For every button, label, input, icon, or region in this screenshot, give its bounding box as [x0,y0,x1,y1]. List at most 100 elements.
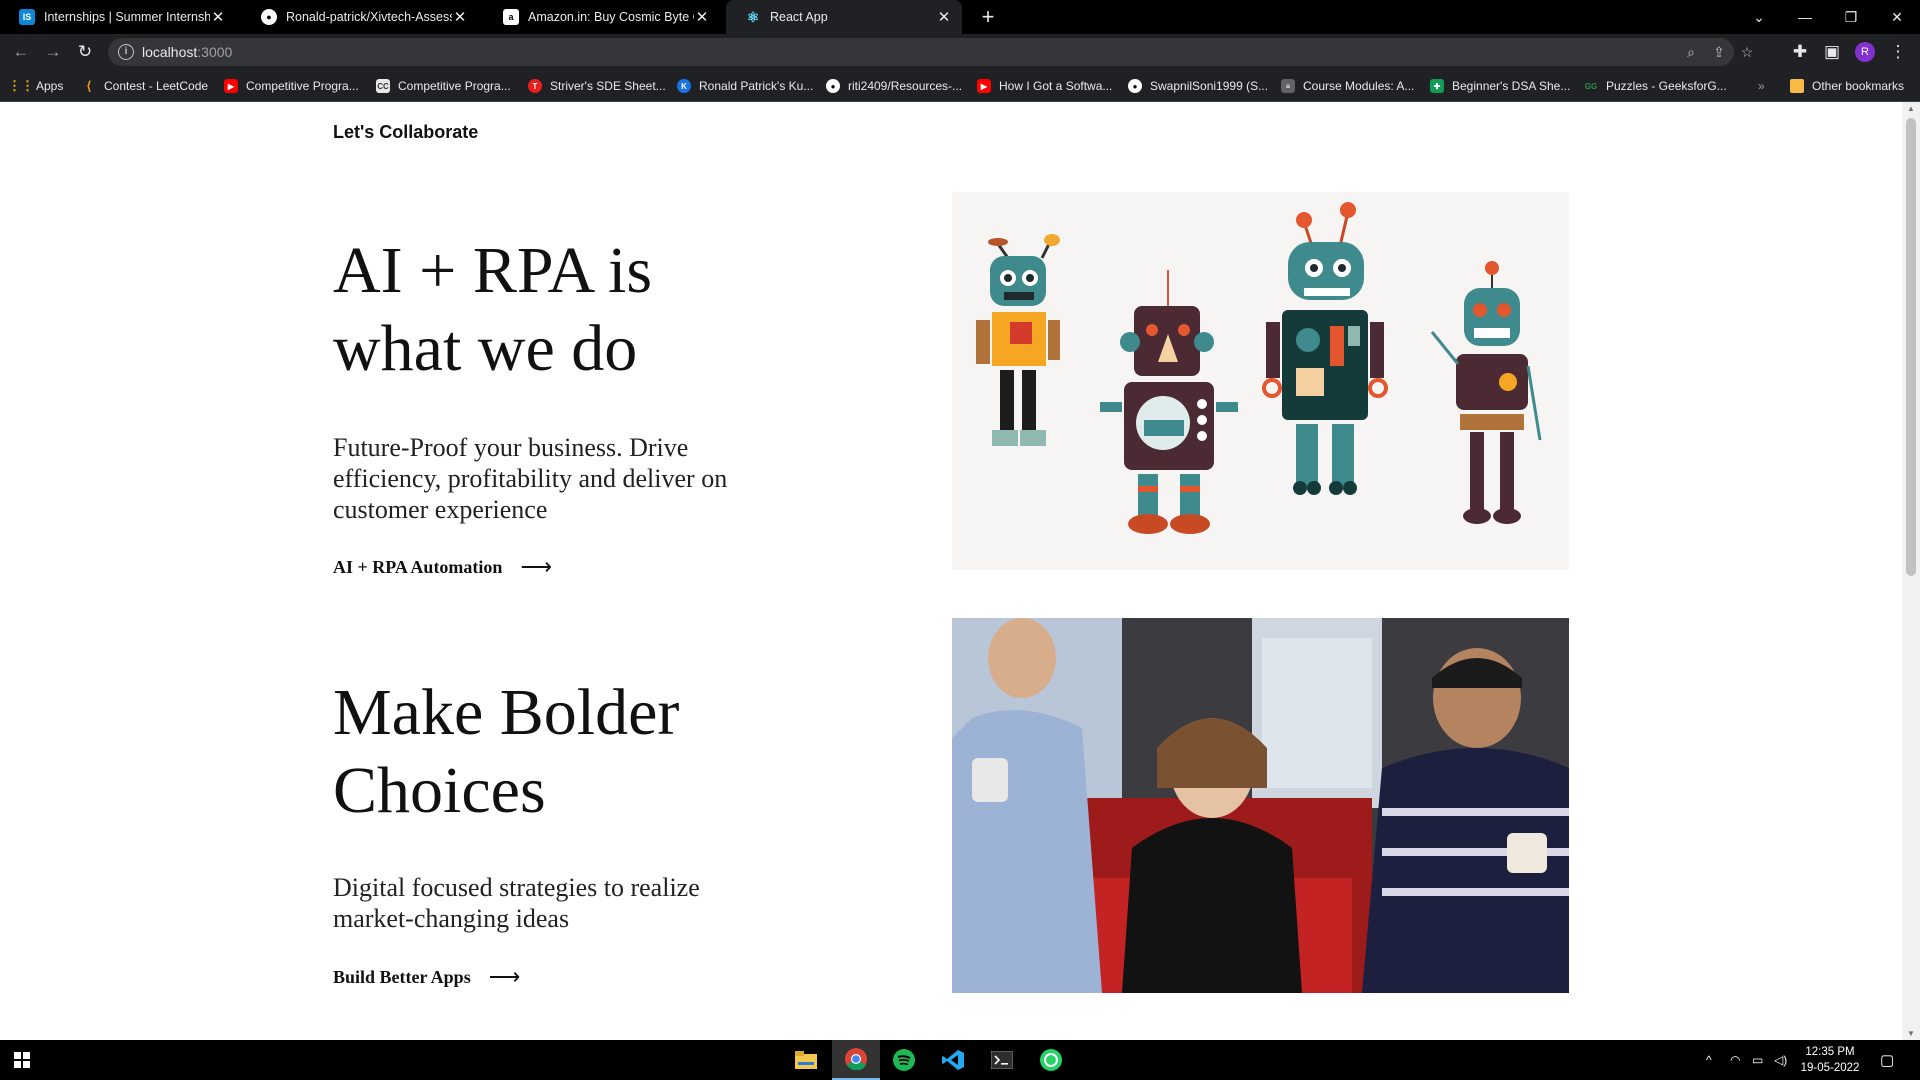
site-info-icon[interactable]: i [118,44,134,60]
tab-title: Internships | Summer Internship [44,10,210,24]
build-better-apps-link[interactable]: Build Better Apps ⟶ [333,964,520,990]
close-tab-icon[interactable]: ✕ [210,8,226,26]
hero-heading: AI + RPA is what we do [333,234,653,385]
youtube-icon: ▶ [977,79,991,93]
zoom-icon[interactable]: ⌕ [1681,42,1701,62]
bookmark-item[interactable]: GG Puzzles - GeeksforG... [1584,70,1727,102]
team-collaboration-photo [952,618,1569,993]
tab-search-icon[interactable]: ⌄ [1736,0,1782,34]
vscode-icon[interactable] [929,1040,977,1080]
page-scrollbar[interactable]: ▲ ▼ [1902,102,1920,1040]
bookmark-item[interactable]: ● riti2409/Resources-... [826,70,962,102]
section-lead-text: Digital focused strategies to realize ma… [333,873,700,933]
url-text: localhost:3000 [142,44,233,60]
bookmark-apps[interactable]: ⋮⋮ Apps [8,70,63,102]
tab-title: Ronald-patrick/Xivtech-Assessme [286,10,452,24]
cta-label: Build Better Apps [333,966,471,987]
wifi-icon[interactable]: ◠ [1730,1040,1740,1080]
robot-one [976,234,1060,446]
close-tab-icon[interactable]: ✕ [936,8,952,26]
page-viewport: Let's Collaborate AI + RPA is what we do… [0,102,1902,1040]
windows-start-icon[interactable] [14,1052,30,1068]
kunal-icon: K [677,79,691,93]
amazon-icon: a [503,9,519,25]
share-icon[interactable]: ⇪ [1709,42,1729,62]
address-bar[interactable]: i localhost:3000 ⌕ ⇪ ☆ [108,38,1753,66]
battery-icon[interactable]: ▭ [1752,1040,1763,1080]
back-button[interactable]: ← [9,40,33,64]
close-tab-icon[interactable]: ✕ [694,8,710,26]
github-icon: ● [261,9,277,25]
brand-logo-text[interactable]: Let's Collaborate [333,122,478,143]
reload-button[interactable]: ↻ [73,40,97,64]
browser-toolbar: ← → ↻ i localhost:3000 ⌕ ⇪ ☆ ✚ ▣ R ⋮ [0,34,1920,70]
more-bookmarks-button[interactable]: » [1758,70,1765,102]
github-icon: ● [1128,79,1142,93]
menu-icon[interactable]: ⋮ [1886,40,1910,64]
codechef-icon: CC [376,79,390,93]
restore-button[interactable]: ❐ [1828,0,1874,34]
react-icon: ⚛ [746,8,760,25]
side-panel-icon[interactable]: ▣ [1820,40,1844,64]
tab-amazon[interactable]: a Amazon.in: Buy Cosmic Byte CB- ✕ [484,0,720,34]
bookmarks-bar: ⋮⋮ Apps ⟨ Contest - LeetCode ▶ Competitive … [0,70,1920,102]
new-tab-button[interactable]: + [976,5,1000,29]
robot-four [1430,261,1542,524]
bookmark-item[interactable]: ≡ Course Modules: A... [1281,70,1414,102]
terminal-icon[interactable] [978,1040,1026,1080]
volume-icon[interactable]: ◁) [1774,1040,1787,1080]
arrow-right-icon: ⟶ [520,554,552,579]
other-bookmarks[interactable]: Other bookmarks [1790,70,1904,102]
notifications-icon[interactable]: ▢ [1880,1040,1894,1080]
spotify-icon[interactable] [880,1040,928,1080]
whatsapp-icon[interactable] [1027,1040,1075,1080]
tab-github[interactable]: ● Ronald-patrick/Xivtech-Assessme ✕ [242,0,478,34]
hero-lead-text: Future-Proof your business. Drive effici… [333,433,728,524]
youtube-icon: ▶ [224,79,238,93]
ai-rpa-automation-link[interactable]: AI + RPA Automation ⟶ [333,554,552,580]
profile-avatar[interactable]: R [1855,42,1875,62]
scroll-up-icon[interactable]: ▲ [1906,104,1916,113]
bookmark-item[interactable]: T Striver's SDE Sheet... [528,70,666,102]
clock-time: 12:35 PM [1805,1046,1855,1058]
close-window-button[interactable]: ✕ [1874,0,1920,34]
tab-react-app[interactable]: ⚛ React App ✕ [726,0,962,34]
taskbar-clock[interactable]: 12:35 PM 19-05-2022 [1795,1044,1865,1076]
robots-illustration [952,192,1569,570]
bookmark-item[interactable]: ⟨ Contest - LeetCode [82,70,208,102]
bookmark-item[interactable]: ✚ Beginner's DSA She... [1430,70,1570,102]
tab-title: Amazon.in: Buy Cosmic Byte CB- [528,10,694,24]
scroll-down-icon[interactable]: ▼ [1906,1029,1916,1038]
cta-label: AI + RPA Automation [333,556,503,577]
close-tab-icon[interactable]: ✕ [452,8,468,26]
takeuforward-icon: T [528,79,542,93]
minimize-button[interactable]: — [1782,0,1828,34]
github-icon: ● [826,79,840,93]
folder-icon [1790,79,1804,93]
chrome-icon[interactable] [832,1040,880,1080]
bookmark-item[interactable]: CC Competitive Progra... [376,70,511,102]
show-hidden-icons[interactable]: ^ [1706,1040,1712,1080]
gfg-icon: GG [1584,81,1598,91]
scrollbar-thumb[interactable] [1906,118,1916,576]
course-icon: ≡ [1281,79,1295,93]
bookmark-item[interactable]: K Ronald Patrick's Ku... [677,70,813,102]
extensions-icon[interactable]: ✚ [1788,40,1812,64]
robot-three [1262,202,1388,495]
tab-internshala[interactable]: IS Internships | Summer Internship ✕ [0,0,236,34]
bookmark-item[interactable]: ● SwapnilSoni1999 (S... [1128,70,1268,102]
arrow-right-icon: ⟶ [488,964,521,989]
leetcode-icon: ⟨ [86,79,92,93]
tab-title: React App [770,10,828,24]
forward-button[interactable]: → [41,40,65,64]
section-heading: Make Bolder Choices [333,676,680,827]
clock-date: 19-05-2022 [1800,1062,1860,1074]
bookmark-item[interactable]: ▶ How I Got a Softwa... [977,70,1112,102]
bookmark-item[interactable]: ▶ Competitive Progra... [224,70,359,102]
tab-strip: IS Internships | Summer Internship ✕ ● R… [0,0,1920,34]
bookmark-star-icon[interactable]: ☆ [1737,42,1757,62]
file-explorer-icon[interactable] [782,1040,830,1080]
apps-grid-icon: ⋮⋮ [8,78,34,93]
windows-taskbar: ^ ◠ ▭ ◁) 12:35 PM 19-05-2022 ▢ [0,1040,1920,1080]
sheets-icon: ✚ [1430,79,1444,93]
